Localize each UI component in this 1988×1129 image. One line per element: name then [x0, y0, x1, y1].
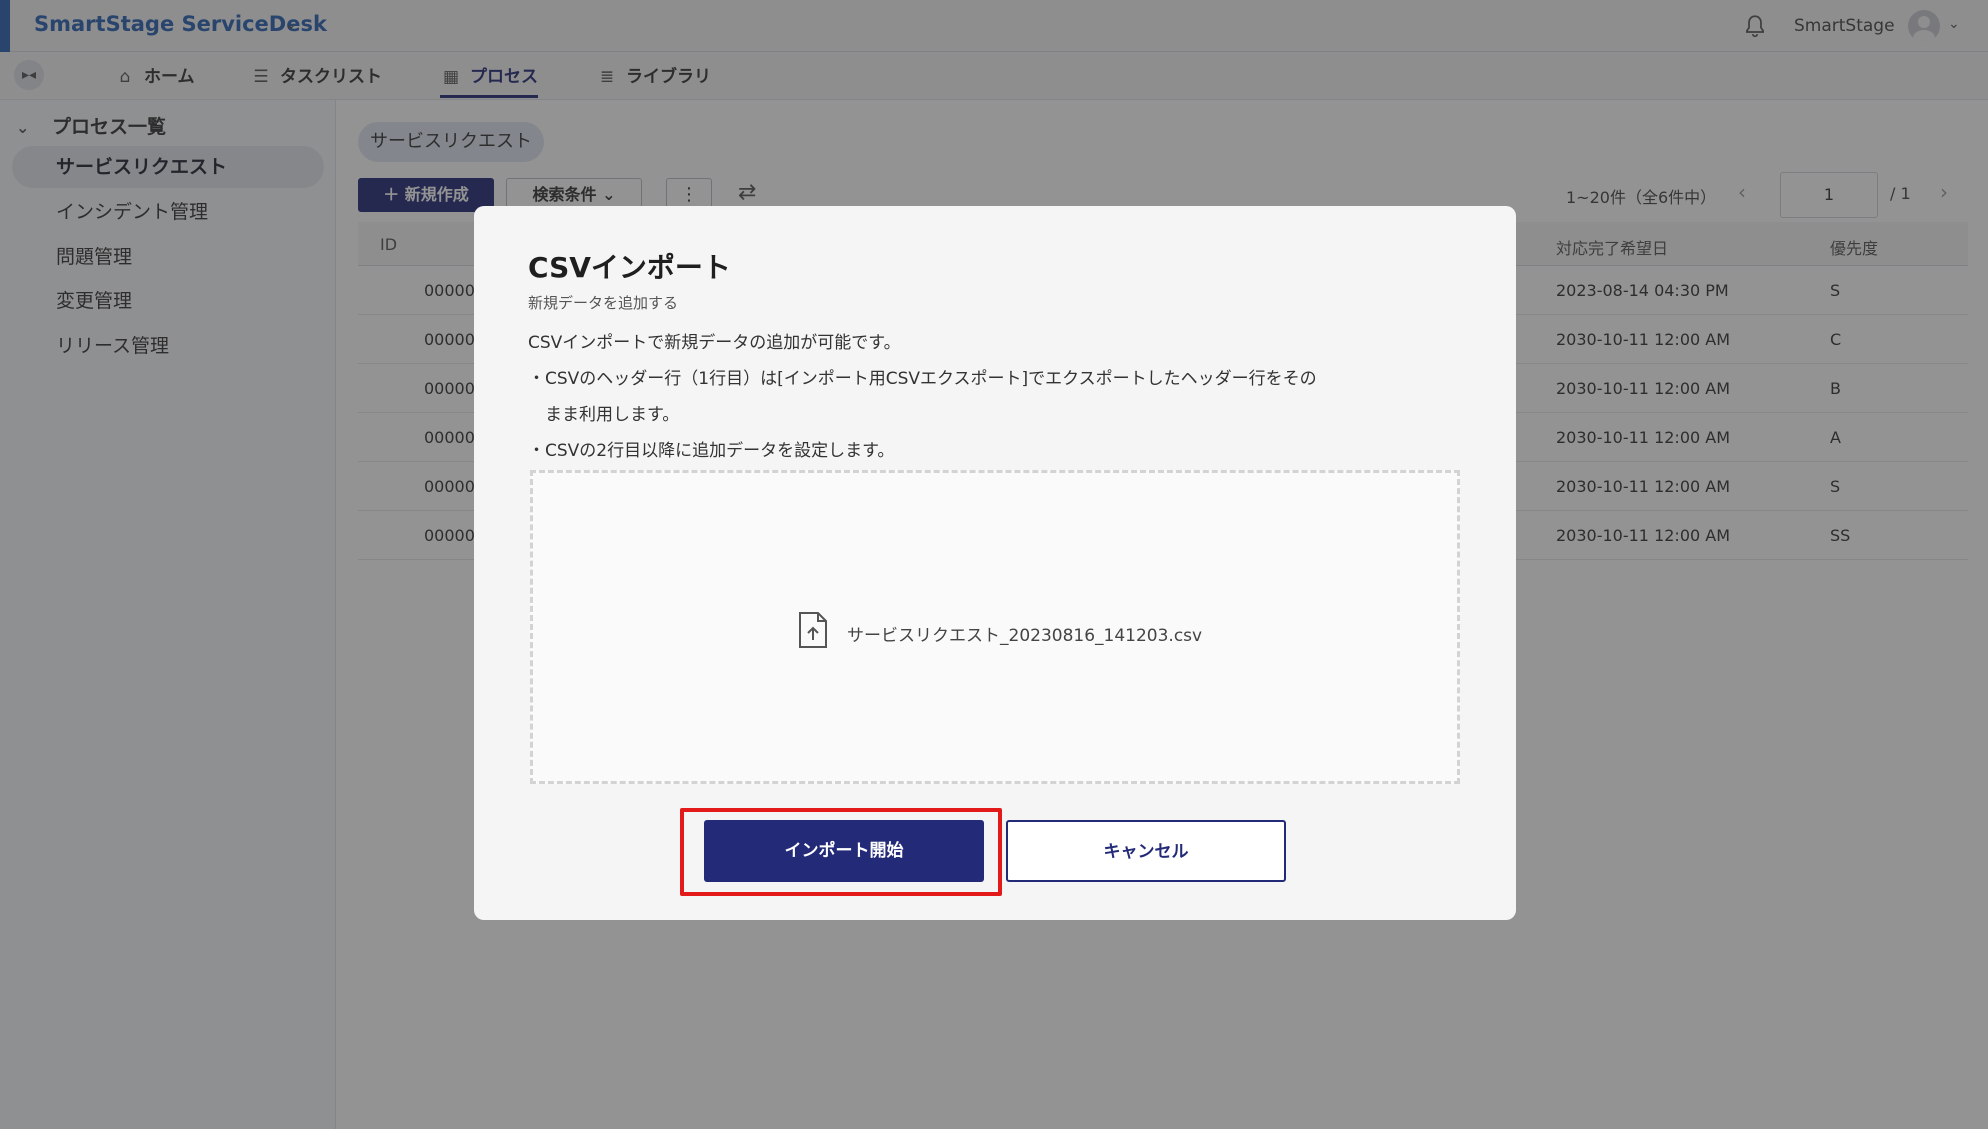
csv-import-dialog: CSVインポート 新規データを追加する CSVインポートで新規データの追加が可能…: [474, 206, 1516, 920]
start-import-button[interactable]: インポート開始: [704, 820, 984, 882]
dialog-title: CSVインポート: [528, 251, 731, 284]
cancel-button[interactable]: キャンセル: [1006, 820, 1286, 882]
file-upload-icon: [799, 612, 827, 648]
dialog-description: ・CSVの2行目以降に追加データを設定します。: [528, 441, 895, 461]
dialog-description: ・CSVのヘッダー行（1行目）は[インポート用CSVエクスポート]でエクスポート…: [528, 369, 1317, 389]
dialog-description: まま利用します。: [528, 405, 680, 425]
file-drop-zone[interactable]: サービスリクエスト_20230816_141203.csv: [530, 470, 1460, 784]
dialog-description: CSVインポートで新規データの追加が可能です。: [528, 333, 901, 353]
dialog-subtitle: 新規データを追加する: [528, 294, 679, 312]
selected-file-name: サービスリクエスト_20230816_141203.csv: [847, 626, 1203, 646]
